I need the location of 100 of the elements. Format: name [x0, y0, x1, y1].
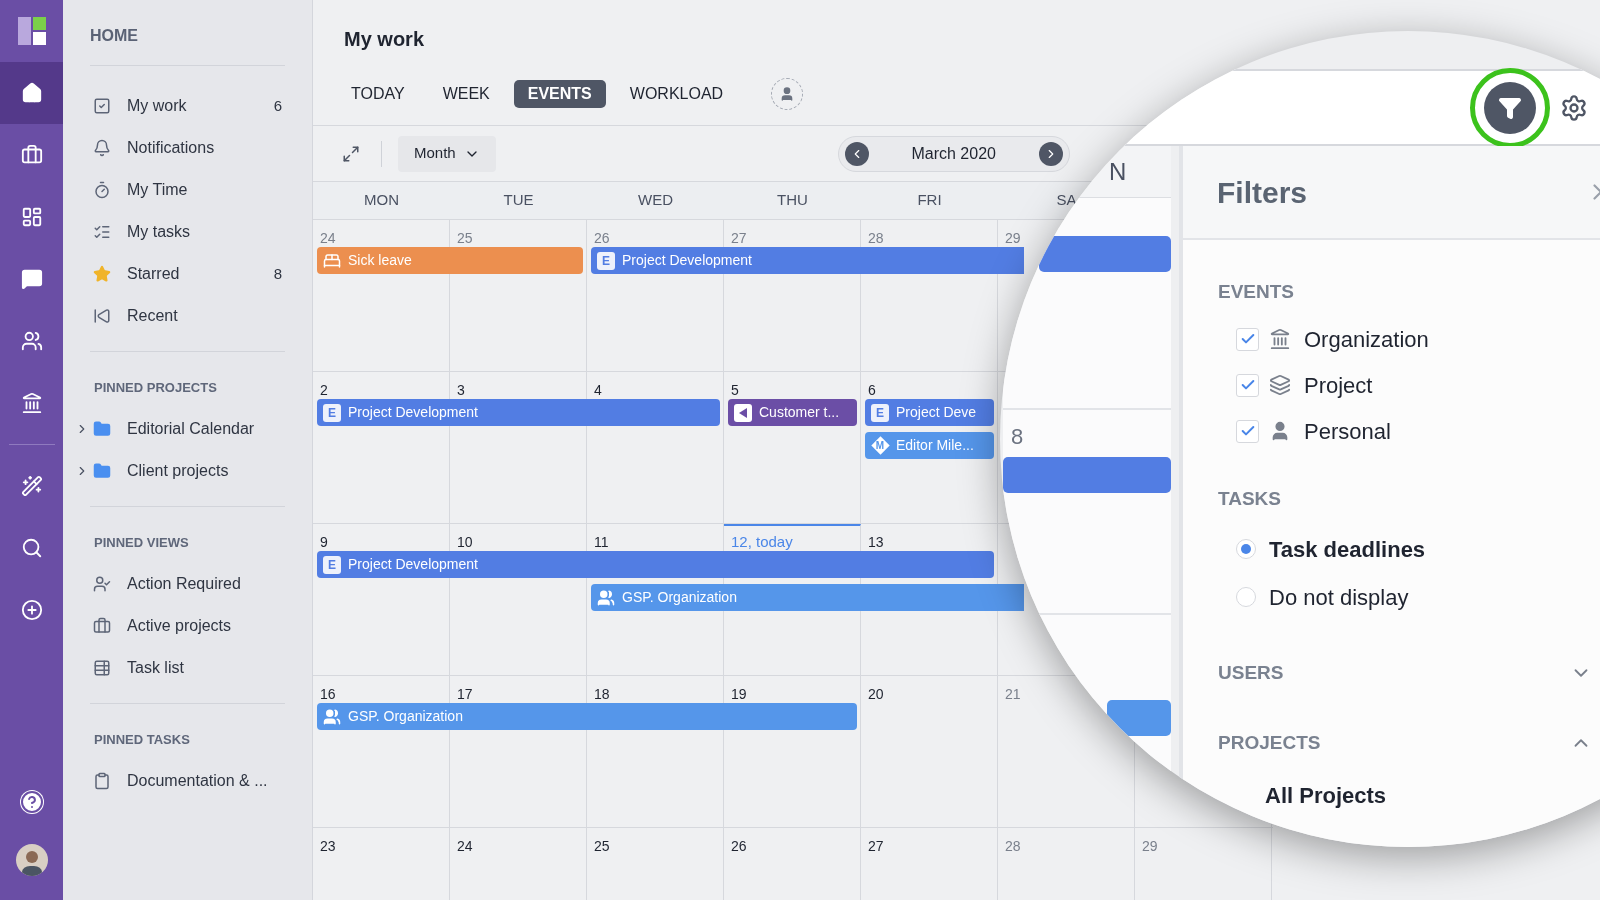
event-title: Sick leave	[348, 251, 412, 270]
item-count: 8	[273, 263, 282, 284]
filter-section-title: PROJECTS	[1218, 730, 1321, 755]
sidebar-item[interactable]: Documentation & ...	[63, 760, 312, 802]
day-number: 10	[457, 534, 473, 550]
sidebar-item[interactable]: Client projects	[63, 450, 312, 492]
day-number: 28	[1005, 838, 1021, 854]
item-label: My tasks	[127, 222, 191, 242]
sidebar-item[interactable]: Action Required	[63, 563, 312, 605]
filter-section-title: EVENTS	[1218, 279, 1295, 304]
day-number: 25	[594, 838, 610, 854]
panel-title: Filters	[1217, 174, 1308, 211]
day-number: 24	[457, 838, 473, 854]
weekday-label: TUE	[503, 190, 534, 211]
event-bar[interactable]: E Project Deve	[865, 399, 994, 426]
day-number: 27	[731, 230, 747, 246]
filter-section-title: TASKS	[1218, 486, 1281, 511]
item-label: Active projects	[127, 616, 232, 636]
section-title: PINNED PROJECTS	[93, 379, 218, 394]
weekday-label: THU	[777, 190, 808, 211]
day-number: 6	[868, 382, 876, 398]
event-bar[interactable]: E Project Development	[317, 551, 994, 578]
sidebar-item[interactable]: Recent	[63, 295, 312, 337]
sidebar-item[interactable]: Active projects	[63, 605, 312, 647]
project-option[interactable]: All Projects	[1265, 779, 1560, 812]
day-number: 18	[594, 686, 610, 702]
tab[interactable]: WEEK	[428, 79, 504, 108]
event-bar[interactable]: E Project Development	[317, 399, 720, 426]
event-title: GSP. Organization	[348, 707, 463, 726]
section-title: PINNED VIEWS	[93, 534, 190, 549]
tab[interactable]: TODAY	[337, 79, 419, 108]
event-bar[interactable]: E Project Development	[591, 247, 1024, 274]
day-number: 21	[1005, 686, 1021, 702]
filter-option-label: Task deadlines	[1269, 535, 1426, 564]
day-number: 26	[731, 838, 747, 854]
day-number: 25	[457, 230, 473, 246]
filter-option-label: Organization	[1304, 325, 1429, 354]
item-label: My work	[127, 96, 187, 116]
item-label: Starred	[127, 264, 180, 284]
event-badge: E	[323, 403, 341, 422]
weekday-label: MON	[364, 190, 399, 211]
day-number: 17	[457, 686, 473, 702]
event-badge: E	[323, 555, 341, 574]
day-number: 16	[320, 686, 336, 702]
tab[interactable]: EVENTS	[513, 79, 606, 108]
filter-section-title: USERS	[1218, 660, 1284, 685]
event-bar[interactable]: Customer t...	[728, 399, 857, 426]
item-label: Action Required	[127, 574, 241, 594]
event-title: GSP. Organization	[622, 588, 737, 607]
item-count: 6	[273, 95, 282, 116]
item-label: Recent	[127, 306, 178, 326]
day-number: 8	[1011, 424, 1024, 449]
weekday-label: FRI	[917, 190, 942, 211]
sidebar-item[interactable]: Task list	[63, 647, 312, 689]
page-title: My work	[344, 28, 425, 50]
sidebar-item[interactable]: My Time	[63, 169, 312, 211]
sidebar-item[interactable]: My tasks	[63, 211, 312, 253]
day-number: 23	[320, 838, 336, 854]
day-number: 19	[731, 686, 747, 702]
event-title: Project Development	[348, 403, 478, 422]
day-number: 12, today	[731, 533, 793, 550]
filter-option-label: Project	[1304, 371, 1373, 400]
day-number: 20	[868, 686, 884, 702]
day-number: 29	[1005, 230, 1021, 246]
item-label: Client projects	[127, 461, 229, 481]
period-label: March 2020	[911, 143, 996, 164]
day-number: 4	[594, 382, 602, 398]
day-number: 26	[594, 230, 610, 246]
item-label: Task list	[127, 658, 184, 678]
filter-option-label: Personal	[1304, 417, 1391, 446]
day-number: 2	[320, 382, 328, 398]
day-number: 5	[731, 382, 739, 398]
sidebar-title: HOME	[89, 26, 139, 46]
item-label: Documentation & ...	[127, 771, 268, 791]
day-number: 24	[320, 230, 336, 246]
view-dropdown[interactable]: Month	[398, 135, 496, 172]
milestone-badge: M	[871, 436, 889, 455]
day-number: 29	[1142, 838, 1158, 854]
weekday-label: SA	[1056, 190, 1077, 211]
weekday-label: WED	[638, 190, 673, 211]
event-title: Project Development	[348, 555, 478, 574]
sidebar-item[interactable]: Notifications	[63, 127, 312, 169]
sidebar-item[interactable]: Editorial Calendar	[63, 408, 312, 450]
tab[interactable]: WORKLOAD	[615, 79, 738, 108]
sidebar-item[interactable]: My work 6	[63, 85, 312, 127]
day-number: 28	[868, 230, 884, 246]
filter-option-label: Do not display	[1269, 583, 1409, 612]
sidebar-item[interactable]: Starred 8	[63, 253, 312, 295]
section-title: PINNED TASKS	[93, 731, 191, 746]
event-title: Project Development	[622, 251, 752, 270]
weekday-label: N	[1109, 156, 1127, 187]
day-number: 3	[457, 382, 465, 398]
event-badge: E	[871, 403, 889, 422]
event-title: Customer t...	[759, 403, 840, 422]
day-number: 11	[594, 534, 609, 550]
item-label: My Time	[127, 180, 188, 200]
event-title: Editor Mile...	[896, 436, 974, 455]
day-number: 9	[320, 534, 328, 550]
event-badge: E	[597, 251, 615, 270]
day-number: 27	[868, 838, 884, 854]
